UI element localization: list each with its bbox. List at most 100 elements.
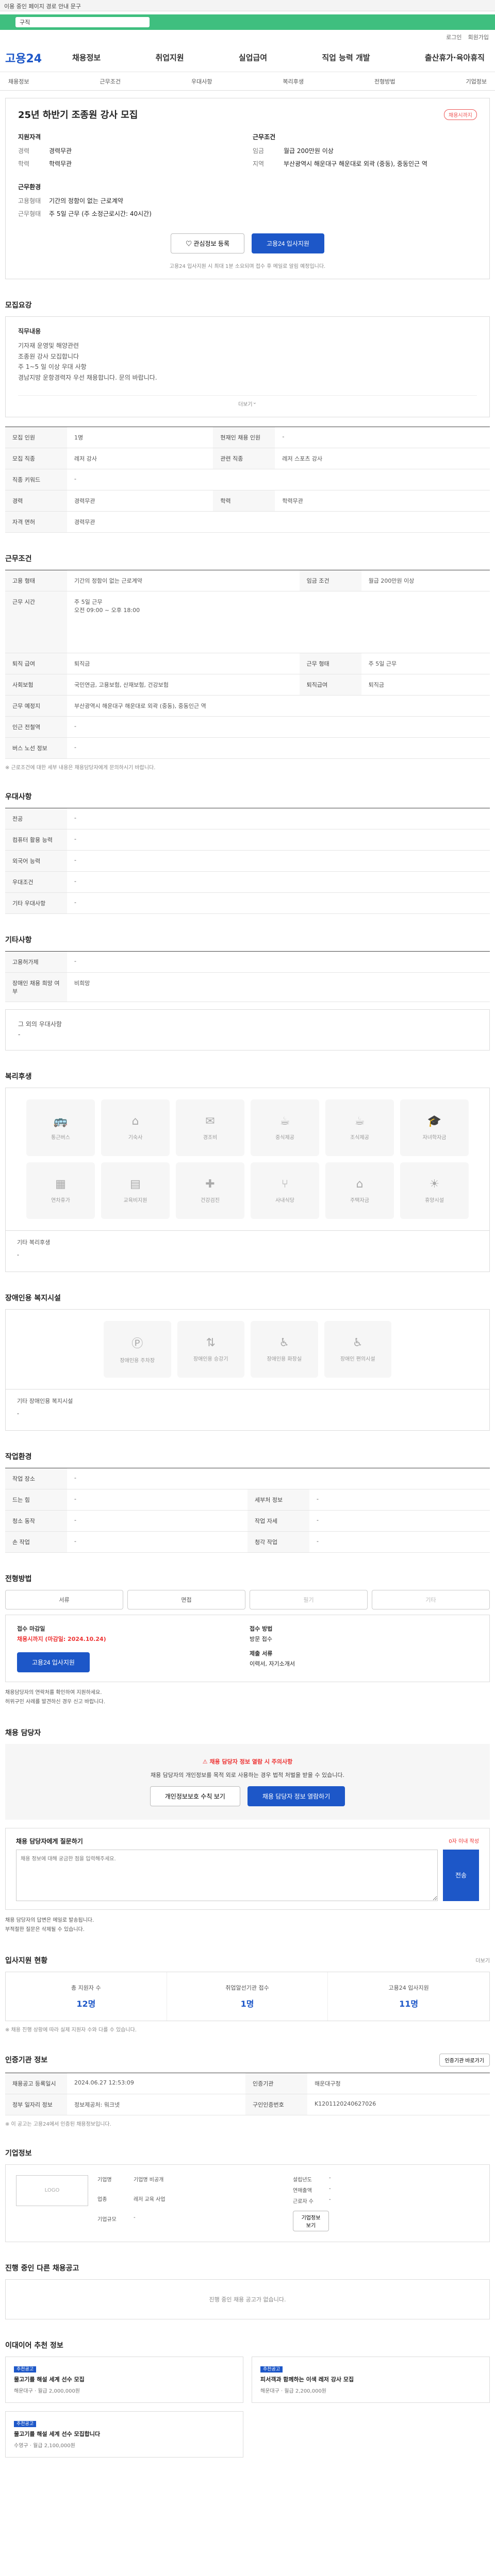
label: 관심정보 등록 bbox=[193, 240, 229, 247]
label: 기업명 bbox=[97, 2177, 112, 2183]
value: 비희망 bbox=[67, 972, 490, 1002]
subnav-item[interactable]: 근무조건 bbox=[100, 77, 121, 85]
search-pill[interactable]: 구직 bbox=[15, 17, 150, 27]
parking-icon: Ⓟ bbox=[131, 1337, 143, 1351]
label: 컴퓨터 활용 능력 bbox=[5, 829, 67, 851]
welfare-item: ⌂ 주택자금 bbox=[325, 1162, 394, 1219]
stat-card: 고용24 입사지원 11명 bbox=[328, 1972, 489, 2021]
send-button[interactable]: 전송 bbox=[443, 1849, 479, 1901]
value: - bbox=[67, 808, 490, 829]
view-contact-button[interactable]: 채용 담당자 정보 열람하기 bbox=[247, 1786, 345, 1806]
tab-document[interactable]: 서류 bbox=[5, 1589, 123, 1609]
welfare-sub: 기타 복리후생 - bbox=[5, 1230, 490, 1272]
section-title: 근무조건 bbox=[5, 554, 32, 563]
section-title: 입사지원 현황 bbox=[5, 1956, 48, 1965]
apply-button[interactable]: 고용24 입사지원 bbox=[17, 1652, 90, 1672]
value: K1201120240627026 bbox=[307, 2094, 490, 2115]
signup-link[interactable]: 회원가입 bbox=[468, 33, 489, 41]
login-link[interactable]: 로그인 bbox=[446, 33, 461, 41]
value: - bbox=[67, 1468, 490, 1489]
tab-written[interactable]: 필기 bbox=[250, 1589, 368, 1609]
label: 근로자 수 bbox=[293, 2198, 314, 2205]
tab-etc[interactable]: 기타 bbox=[372, 1589, 490, 1609]
nav-item[interactable]: 출산휴가·육아휴직 bbox=[420, 52, 490, 63]
section-title: 장애인용 복지시설 bbox=[5, 1294, 61, 1302]
subnav-item[interactable]: 우대사항 bbox=[191, 77, 212, 85]
label: 직무내용 bbox=[18, 328, 41, 335]
bullet: 채용담당자의 연락처를 확인하여 지원하세요. bbox=[5, 1689, 102, 1696]
value: - bbox=[67, 850, 490, 872]
value: 주 5일 근무 오전 09:00 ~ 오후 18:00 bbox=[67, 591, 490, 653]
value: - bbox=[67, 1531, 248, 1553]
restroom-icon: ♿ bbox=[279, 1336, 290, 1349]
bullet: 채용 담당자의 답변은 메일로 발송됩니다. bbox=[5, 1917, 94, 1923]
inquiry-input[interactable] bbox=[16, 1849, 438, 1901]
label: 경조비 bbox=[203, 1134, 218, 1141]
label: 학력 bbox=[213, 490, 275, 512]
value: 부산광역시 해운대구 해운대로 외곽 (중동), 중동인근 역 bbox=[284, 160, 427, 167]
value: 주 5일 근무 (주 소정근로시간: 40시간) bbox=[49, 210, 152, 217]
more-button[interactable]: 더보기 bbox=[238, 400, 253, 408]
nav-item[interactable]: 취업지원 bbox=[150, 52, 189, 63]
tag: 추천공고 bbox=[14, 2420, 37, 2427]
label: 접수 방법 bbox=[250, 1625, 273, 1632]
label: 우대조건 bbox=[5, 871, 67, 893]
value: 1명 bbox=[240, 1998, 254, 2009]
tag: 추천공고 bbox=[260, 2366, 283, 2372]
value: 경력무관 bbox=[49, 147, 72, 155]
subnav-item[interactable]: 채용정보 bbox=[8, 77, 29, 85]
label: 고용24 입사지원 bbox=[388, 1984, 429, 1991]
support-sub: 기타 장애인용 복지시설 - bbox=[5, 1389, 490, 1431]
value: 12명 bbox=[76, 1998, 96, 2009]
label: 관련 직종 bbox=[213, 448, 275, 469]
value: 부산광역시 해운대구 해운대로 외곽 (중동), 중동인근 역 bbox=[67, 695, 490, 717]
more-link[interactable]: 더보기 bbox=[475, 1956, 490, 1964]
welfare-item: ✚ 건강검진 bbox=[176, 1162, 244, 1219]
bullet: 허위구인 사례를 발견하신 경우 신고 바랍니다. bbox=[5, 1699, 105, 1705]
recommend-card[interactable]: 추천공고 물고기를 해설 세계 선수 모집 해운대구 · 월급 2,000,000원 bbox=[5, 2356, 243, 2403]
section-title: 기타사항 bbox=[5, 936, 32, 944]
alert-icon: ⚠ bbox=[202, 1758, 210, 1765]
subnav-item[interactable]: 복리후생 bbox=[283, 77, 304, 85]
grad-cap-icon: 🎓 bbox=[427, 1114, 442, 1128]
nav-item[interactable]: 실업급여 bbox=[234, 52, 272, 63]
site-logo[interactable]: 고용24 bbox=[5, 49, 67, 66]
rec-meta: 해운대구 · 월급 2,000,000원 bbox=[14, 2388, 80, 2394]
label: 기타 장애인용 복지시설 bbox=[17, 1397, 73, 1404]
gift-icon: ✉ bbox=[205, 1114, 215, 1128]
value: - bbox=[17, 1251, 19, 1258]
label: 세부처 정보 bbox=[248, 1489, 309, 1511]
save-interest-button[interactable]: ♡ 관심정보 등록 bbox=[171, 233, 244, 253]
label: 인근 전철역 bbox=[5, 716, 67, 738]
value: - bbox=[67, 1489, 248, 1511]
apply-button[interactable]: 고용24 입사지원 bbox=[251, 233, 324, 253]
value: - bbox=[17, 1410, 19, 1417]
value: - bbox=[18, 1031, 21, 1039]
nav-item[interactable]: 직업 능력 개발 bbox=[317, 52, 375, 63]
recommend-card[interactable]: 추천공고 물고기를 해설 세계 선수 모집합니다 수영구 · 월급 2,100,00… bbox=[5, 2411, 243, 2458]
label: 연매출액 bbox=[293, 2188, 312, 2194]
cert-org-button[interactable]: 인증기관 바로가기 bbox=[439, 2053, 490, 2066]
tab-interview[interactable]: 면접 bbox=[127, 1589, 245, 1609]
job-title: 25년 하반기 조종원 강사 모집 bbox=[18, 110, 138, 121]
accessibility-icon: ♿ bbox=[352, 1336, 363, 1349]
support-item: ♿ 장애인 편의시설 bbox=[324, 1320, 391, 1378]
value: 정보제공처: 워크넷 bbox=[67, 2094, 246, 2115]
label: 학력 bbox=[18, 160, 30, 167]
recommend-card[interactable]: 추천공고 피서객과 함께하는 이색 레저 강사 모집 해운대구 · 월급 2,200… bbox=[252, 2356, 490, 2403]
rec-title: 물고기를 해설 세계 선수 모집합니다 bbox=[14, 2430, 101, 2437]
company-info-button[interactable]: 기업정보 보기 bbox=[293, 2210, 329, 2231]
nav-item[interactable]: 채용정보 bbox=[67, 52, 106, 63]
label: 기숙사 bbox=[128, 1134, 143, 1141]
section-title: 우대사항 bbox=[5, 792, 32, 801]
subnav-item[interactable]: 전형방법 bbox=[374, 77, 395, 85]
subnav-item[interactable]: 기업정보 bbox=[466, 77, 487, 85]
support-grid: Ⓟ 장애인용 주차장 ⇅ 장애인용 승강기 ♿ 장애인용 화장실 ♿ 장애인 편의시설 bbox=[5, 1309, 490, 1389]
value: 주 5일 근무 bbox=[361, 653, 490, 674]
privacy-rules-button[interactable]: 개인정보보호 수칙 보기 bbox=[150, 1786, 240, 1806]
util-row: 로그인 회원가입 bbox=[0, 30, 495, 43]
label: 모집 직종 bbox=[5, 448, 67, 469]
welfare-item: ✉ 경조비 bbox=[176, 1099, 244, 1156]
label: 작업 자세 bbox=[248, 1510, 309, 1532]
value: - bbox=[309, 1489, 490, 1511]
